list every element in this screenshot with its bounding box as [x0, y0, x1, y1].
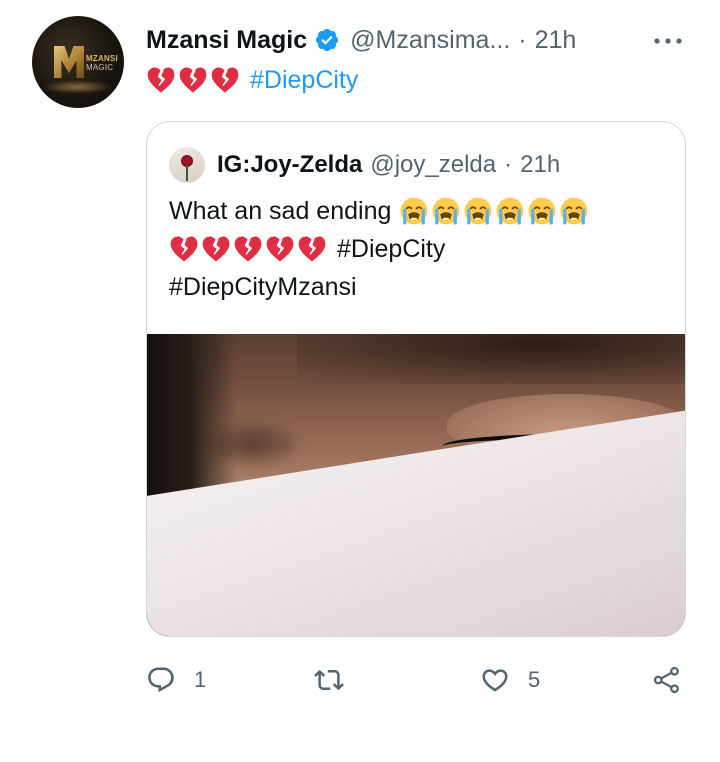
reply-icon: [148, 667, 174, 693]
separator-dot: ·: [504, 151, 513, 178]
mzansi-magic-logo-icon: [54, 46, 84, 78]
separator-dot: ·: [518, 25, 527, 54]
crying-emojis: [399, 196, 589, 226]
broken-heart-emojis: [146, 65, 240, 95]
broken-heart-icon: [210, 65, 240, 95]
tweet-header: Mzansi Magic @Mzansima... · 21h: [146, 22, 700, 58]
author-handle[interactable]: @Mzansima...: [350, 26, 510, 55]
broken-heart-icon: [265, 234, 295, 264]
avatar-logo-text: MZANSI MAGIC: [86, 54, 118, 72]
heart-icon: [482, 669, 508, 692]
share-button[interactable]: [652, 660, 682, 700]
quoted-author-avatar: [169, 147, 205, 183]
reply-count: 1: [194, 667, 207, 692]
quoted-tweet-card[interactable]: IG:Joy-Zelda @joy_zelda · 21h What an sa…: [146, 121, 686, 637]
broken-heart-icon: [146, 65, 176, 95]
author-name[interactable]: Mzansi Magic: [146, 26, 307, 55]
broken-heart-emojis: [169, 234, 327, 264]
quoted-tweet-media-image[interactable]: [147, 334, 685, 636]
quoted-hashtag-1[interactable]: #DiepCity: [337, 230, 445, 268]
quoted-hashtag-2[interactable]: #DiepCityMzansi: [169, 268, 357, 306]
loudly-crying-face-icon: [463, 196, 493, 226]
broken-heart-icon: [201, 234, 231, 264]
loudly-crying-face-icon: [527, 196, 557, 226]
author-avatar[interactable]: MZANSI MAGIC: [32, 16, 124, 108]
tweet-actions-bar: 1 5: [146, 660, 692, 700]
share-icon: [653, 666, 679, 694]
quoted-tweet-text: What an sad ending #DiepCity #DiepCityMz…: [169, 192, 665, 306]
verified-badge-icon: [314, 27, 340, 53]
loudly-crying-face-icon: [495, 196, 525, 226]
quoted-text-start: What an sad ending: [169, 197, 392, 225]
retweet-icon: [314, 669, 344, 691]
loudly-crying-face-icon: [431, 196, 461, 226]
broken-heart-icon: [297, 234, 327, 264]
loudly-crying-face-icon: [559, 196, 589, 226]
more-options-icon[interactable]: [650, 26, 686, 56]
loudly-crying-face-icon: [399, 196, 429, 226]
quoted-text-line-3: #DiepCityMzansi: [169, 268, 665, 306]
avatar-glitter: [42, 80, 114, 94]
tweet-text: #DiepCity: [146, 62, 358, 98]
retweet-button[interactable]: [314, 660, 362, 700]
hashtag-link[interactable]: #DiepCity: [250, 62, 358, 98]
quoted-author-name: IG:Joy-Zelda: [217, 151, 363, 178]
like-button[interactable]: 5: [480, 660, 540, 700]
reply-button[interactable]: 1: [146, 660, 206, 700]
broken-heart-icon: [169, 234, 199, 264]
quoted-tweet-timestamp: 21h: [520, 151, 561, 178]
tweet-timestamp[interactable]: 21h: [535, 26, 577, 55]
broken-heart-icon: [233, 234, 263, 264]
broken-heart-icon: [178, 65, 208, 95]
like-count: 5: [528, 667, 541, 692]
quoted-text-line-1: What an sad ending: [169, 192, 665, 230]
quoted-tweet-header: IG:Joy-Zelda @joy_zelda · 21h: [169, 146, 665, 184]
quoted-text-line-2: #DiepCity: [169, 230, 665, 268]
quoted-author-handle: @joy_zelda: [370, 151, 497, 178]
